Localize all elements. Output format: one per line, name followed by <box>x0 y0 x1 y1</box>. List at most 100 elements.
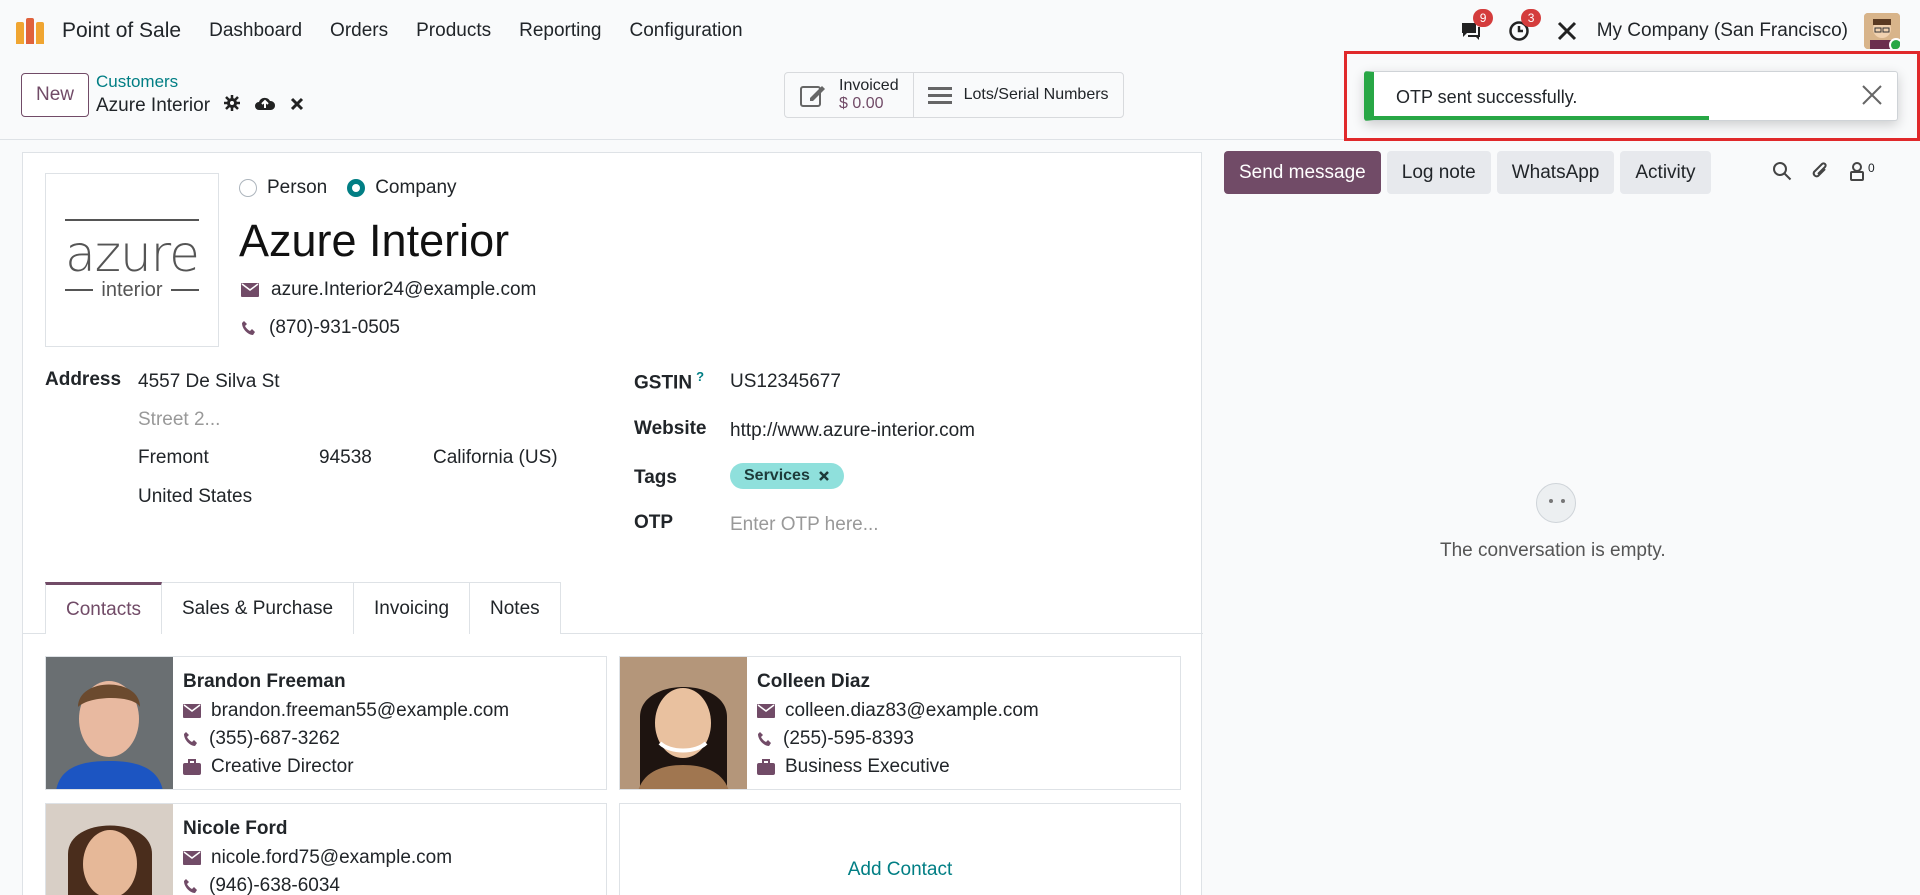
logo-top-line <box>65 218 199 221</box>
contact-phone: (355)-687-3262 <box>209 728 340 749</box>
state-field[interactable]: California (US) <box>433 447 558 469</box>
menu-reporting[interactable]: Reporting <box>505 20 615 42</box>
email-row: azure.Interior24@example.com <box>241 279 536 301</box>
contact-card[interactable]: Nicole Ford nicole.ford75@example.com (9… <box>45 803 607 895</box>
menu-dashboard[interactable]: Dashboard <box>195 20 316 42</box>
notification-progress-bar <box>1374 116 1709 120</box>
app-name[interactable]: Point of Sale <box>62 19 181 43</box>
phone-icon <box>242 321 255 335</box>
contact-email: colleen.diaz83@example.com <box>785 700 1039 721</box>
envelope-icon <box>241 283 259 297</box>
email-field[interactable]: azure.Interior24@example.com <box>271 279 536 301</box>
pos-app-icon[interactable] <box>16 18 50 44</box>
empty-conversation-icon <box>1536 483 1576 523</box>
log-note-button[interactable]: Log note <box>1386 151 1491 194</box>
lots-serial-smart-button[interactable]: Lots/Serial Numbers <box>912 73 1123 117</box>
send-message-button[interactable]: Send message <box>1224 151 1381 194</box>
phone-field[interactable]: (870)-931-0505 <box>269 317 400 339</box>
whatsapp-button[interactable]: WhatsApp <box>1496 151 1615 194</box>
discard-close-icon[interactable] <box>290 95 304 117</box>
contact-email: nicole.ford75@example.com <box>211 847 453 868</box>
otp-input[interactable]: Enter OTP here... <box>730 514 879 536</box>
partner-name-field[interactable]: Azure Interior <box>239 215 509 267</box>
new-button[interactable]: New <box>21 73 89 117</box>
contact-photo <box>46 804 173 895</box>
messages-badge: 9 <box>1472 9 1494 27</box>
menu-orders[interactable]: Orders <box>316 20 402 42</box>
invoiced-label: Invoiced <box>839 77 899 94</box>
contact-card[interactable]: Colleen Diaz colleen.diaz83@example.com … <box>619 656 1181 790</box>
breadcrumb-customers[interactable]: Customers <box>96 72 304 92</box>
smart-buttons: Invoiced $ 0.00 Lots/Serial Numbers <box>784 72 1124 118</box>
street-field[interactable]: 4557 De Silva St <box>138 371 280 393</box>
empty-conversation-text: The conversation is empty. <box>1440 540 1666 561</box>
bars-icon <box>927 87 952 104</box>
followers-count: 0 <box>1868 161 1875 175</box>
chatter-tools: 0 <box>1772 160 1875 182</box>
save-cloud-icon[interactable] <box>254 95 276 117</box>
tag-remove-icon[interactable] <box>818 470 830 482</box>
zip-field[interactable]: 94538 <box>319 447 372 469</box>
tag-label: Services <box>744 467 810 484</box>
debug-tools-icon[interactable] <box>1553 17 1581 45</box>
contact-name: Brandon Freeman <box>183 671 346 692</box>
website-label: Website <box>634 418 707 439</box>
tab-contacts[interactable]: Contacts <box>45 582 162 634</box>
online-status-dot <box>1889 38 1900 49</box>
invoiced-smart-button[interactable]: Invoiced $ 0.00 <box>785 73 913 117</box>
logo-subtext: interior <box>101 278 163 301</box>
company-switcher[interactable]: My Company (San Francisco) <box>1597 20 1848 42</box>
notebook-tabs: Contacts Sales & Purchase Invoicing Note… <box>45 582 561 634</box>
phone-row: (870)-931-0505 <box>241 317 400 339</box>
gear-icon[interactable] <box>224 95 241 117</box>
radio-company[interactable] <box>347 179 366 197</box>
contact-name: Nicole Ford <box>183 818 288 839</box>
followers-button[interactable]: 0 <box>1848 161 1875 181</box>
menu-configuration[interactable]: Configuration <box>616 20 757 42</box>
contact-phone: (255)-595-8393 <box>783 728 914 749</box>
form-sheet: azure interior Person Company Azure Inte… <box>22 152 1203 895</box>
briefcase-icon <box>757 759 775 775</box>
tab-notes[interactable]: Notes <box>470 582 561 634</box>
radio-person-label[interactable]: Person <box>267 177 327 199</box>
gstin-label: GSTIN? <box>634 369 705 394</box>
user-avatar[interactable] <box>1864 13 1900 49</box>
tab-invoicing[interactable]: Invoicing <box>354 582 471 634</box>
invoiced-value: $ 0.00 <box>839 95 884 112</box>
gstin-field[interactable]: US12345677 <box>730 371 841 393</box>
notification-message: OTP sent successfully. <box>1396 87 1578 107</box>
user-icon <box>1850 162 1864 181</box>
envelope-icon <box>183 704 201 718</box>
tags-label: Tags <box>634 467 677 488</box>
activity-button[interactable]: Activity <box>1620 151 1711 194</box>
activities-clock-icon[interactable]: 3 <box>1505 9 1542 45</box>
address-label: Address <box>45 369 122 390</box>
company-logo[interactable]: azure interior <box>45 173 219 347</box>
main-menu: Dashboard Orders Products Reporting Conf… <box>195 20 756 42</box>
street2-field[interactable]: Street 2... <box>138 409 220 431</box>
search-icon[interactable] <box>1772 161 1792 181</box>
envelope-icon <box>183 851 201 865</box>
contact-photo <box>46 657 173 789</box>
add-contact-button[interactable]: Add Contact <box>619 803 1181 895</box>
contact-photo <box>620 657 747 789</box>
otp-label: OTP <box>634 512 674 533</box>
radio-company-label[interactable]: Company <box>375 177 456 199</box>
close-icon[interactable] <box>1859 82 1885 108</box>
envelope-icon <box>757 704 775 718</box>
radio-person[interactable] <box>239 179 257 197</box>
country-field[interactable]: United States <box>138 486 252 508</box>
success-notification: OTP sent successfully. <box>1364 71 1898 121</box>
city-field[interactable]: Fremont <box>138 447 209 469</box>
contact-card[interactable]: Brandon Freeman brandon.freeman55@exampl… <box>45 656 607 790</box>
paperclip-icon[interactable] <box>1810 160 1830 182</box>
contact-job: Creative Director <box>211 756 354 777</box>
phone-icon <box>184 879 197 893</box>
company-type-radio: Person Company <box>239 177 457 199</box>
website-field[interactable]: http://www.azure-interior.com <box>730 420 975 442</box>
tab-sales-purchase[interactable]: Sales & Purchase <box>161 582 355 634</box>
chatter-toolbar: Send message Log note WhatsApp Activity <box>1224 151 1711 194</box>
help-tooltip-icon[interactable]: ? <box>696 369 704 384</box>
messages-icon[interactable]: 9 <box>1457 9 1494 45</box>
menu-products[interactable]: Products <box>402 20 505 42</box>
